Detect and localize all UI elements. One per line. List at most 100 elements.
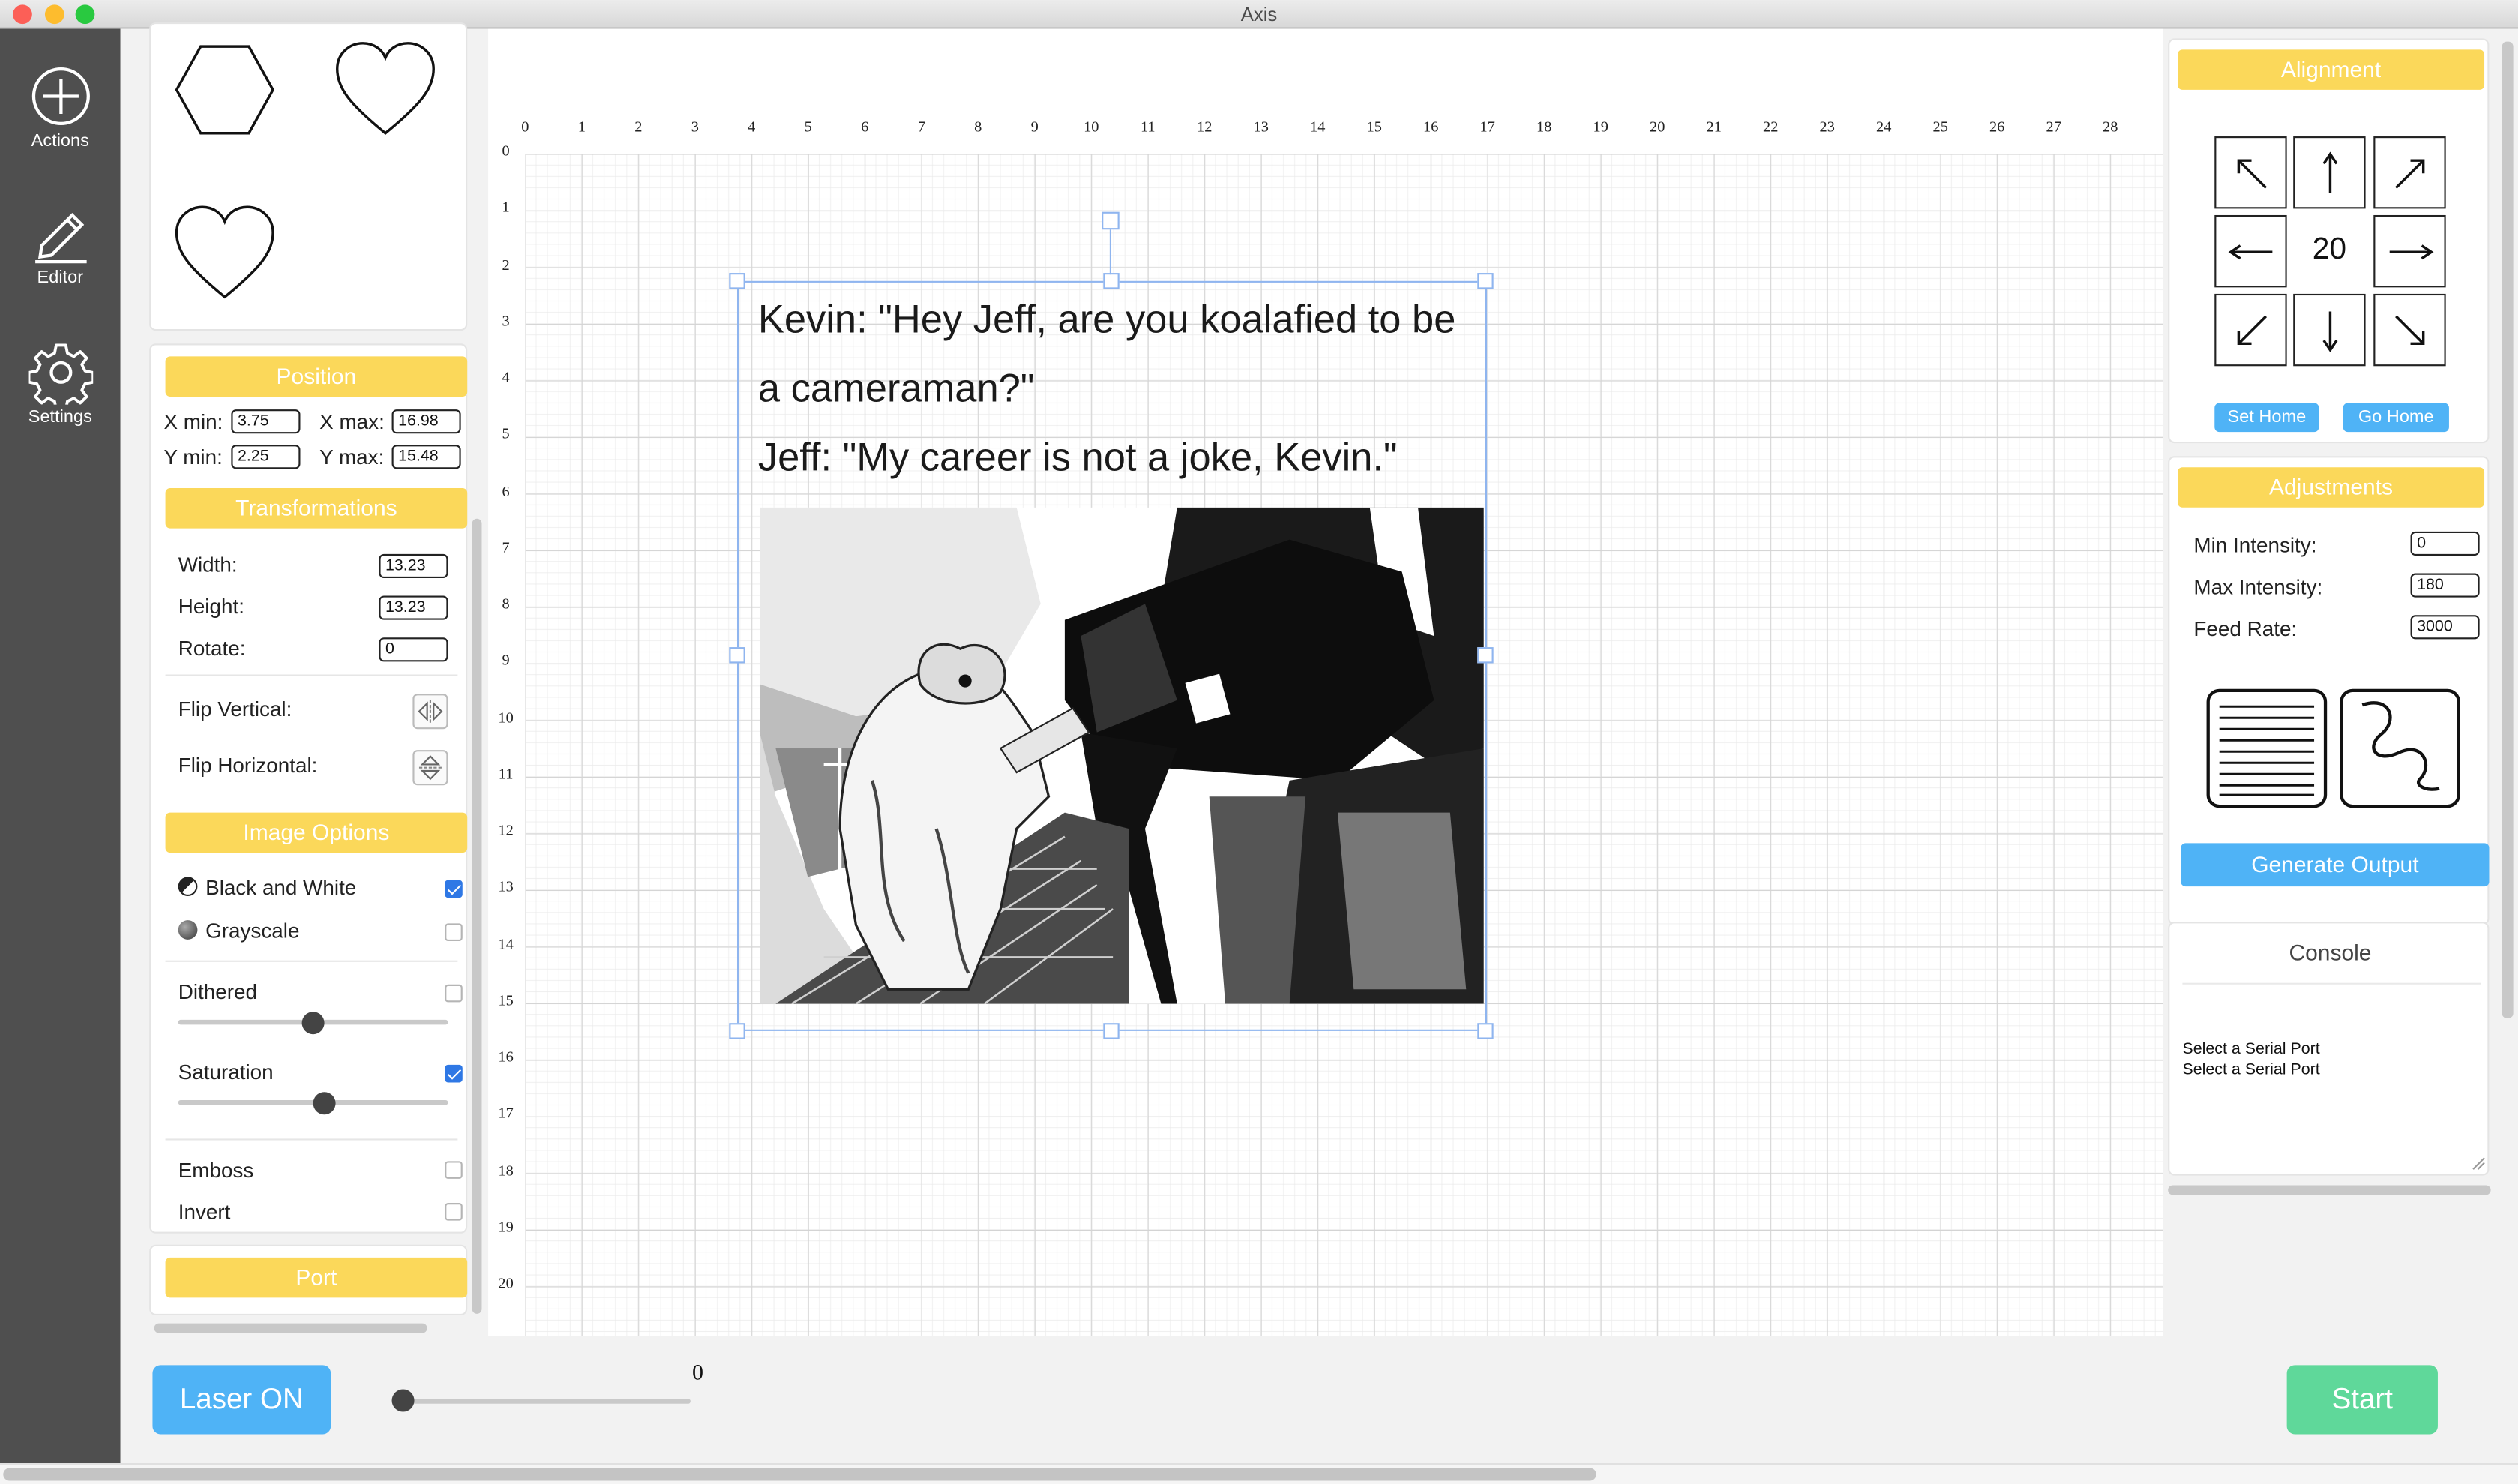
- emboss-label: Emboss: [178, 1158, 254, 1183]
- max-intensity-input[interactable]: [2410, 573, 2480, 598]
- saturation-checkbox[interactable]: [445, 1064, 463, 1083]
- work-canvas[interactable]: 0 1 2 3 4 5 6 7 8 9 10 11 12 13 14 15 16 17 18 19 20 21 22 23 24…: [488, 28, 2163, 1336]
- y-tick-label: 0: [502, 144, 510, 161]
- y-tick-label: 5: [502, 427, 510, 444]
- alignment-header: Alignment: [2178, 49, 2485, 90]
- power-slider-thumb[interactable]: [391, 1389, 415, 1412]
- port-header[interactable]: Port: [165, 1257, 468, 1298]
- height-input[interactable]: [379, 595, 448, 620]
- power-value-text: 0: [692, 1362, 704, 1387]
- ymax-input[interactable]: [391, 445, 461, 469]
- resize-handle[interactable]: [1103, 273, 1120, 289]
- left-panel-hscrollbar[interactable]: [154, 1323, 427, 1333]
- y-tick-label: 17: [498, 1107, 514, 1123]
- flip-horizontal-button[interactable]: [412, 750, 448, 786]
- xmin-input[interactable]: [231, 409, 301, 434]
- rotate-handle-stem: [1109, 226, 1111, 275]
- y-tick-label: 6: [502, 484, 510, 501]
- feed-rate-label: Feed Rate:: [2193, 616, 2298, 641]
- resize-handle[interactable]: [1477, 1023, 1494, 1039]
- invert-checkbox[interactable]: [445, 1203, 463, 1221]
- resize-grip-icon[interactable]: [2472, 1156, 2486, 1171]
- dithered-slider-thumb[interactable]: [301, 1012, 325, 1035]
- right-panel-hscrollbar[interactable]: [2168, 1185, 2491, 1195]
- y-tick-label: 20: [498, 1276, 514, 1294]
- x-tick-label: 2: [634, 120, 643, 137]
- move-up-right-button[interactable]: [2373, 136, 2446, 209]
- width-input[interactable]: [379, 553, 448, 578]
- raster-mode-button[interactable]: [2206, 688, 2328, 808]
- set-home-button[interactable]: Set Home: [2214, 403, 2319, 433]
- resize-handle[interactable]: [1103, 1023, 1120, 1039]
- rotate-input[interactable]: [379, 637, 448, 662]
- power-slider-track[interactable]: [393, 1399, 691, 1404]
- dithered-label: Dithered: [178, 979, 257, 1004]
- x-tick-label: 1: [577, 120, 586, 137]
- x-tick-label: 8: [974, 120, 982, 137]
- x-tick-label: 23: [1819, 120, 1835, 137]
- console-card: Console Select a Serial Port Select a Se…: [2168, 922, 2490, 1176]
- vector-mode-button[interactable]: [2340, 688, 2460, 808]
- x-tick-label: 25: [1932, 120, 1948, 137]
- move-up-button[interactable]: [2293, 136, 2366, 209]
- saturation-label: Saturation: [178, 1060, 274, 1084]
- resize-handle[interactable]: [1477, 273, 1494, 289]
- start-button[interactable]: Start: [2286, 1365, 2438, 1435]
- generate-output-button[interactable]: Generate Output: [2181, 843, 2490, 887]
- console-line: Select a Serial Port: [2182, 1060, 2320, 1079]
- move-left-button[interactable]: [2214, 214, 2287, 288]
- resize-handle[interactable]: [1477, 647, 1494, 664]
- x-tick-label: 0: [521, 120, 529, 137]
- arrow-left-icon: [2228, 244, 2273, 260]
- min-intensity-input[interactable]: [2410, 531, 2480, 556]
- window-hscroll[interactable]: [0, 1462, 2518, 1484]
- left-nav: Actions Editor Settings: [0, 28, 121, 1463]
- vector-path-icon: [2361, 701, 2440, 791]
- move-down-left-button[interactable]: [2214, 293, 2287, 367]
- window-hscroll-thumb[interactable]: [3, 1468, 1596, 1481]
- move-up-left-button[interactable]: [2214, 136, 2287, 209]
- left-panel-vscrollbar[interactable]: [472, 518, 482, 1314]
- x-tick-label: 21: [1706, 120, 1722, 137]
- x-tick-label: 9: [1030, 120, 1039, 137]
- emboss-checkbox[interactable]: [445, 1161, 463, 1179]
- move-down-right-button[interactable]: [2373, 293, 2446, 367]
- x-tick-label: 18: [1536, 120, 1552, 137]
- heart-shape[interactable]: [334, 40, 436, 136]
- move-right-button[interactable]: [2373, 214, 2446, 288]
- heart-shape[interactable]: [173, 204, 276, 300]
- position-header: Position: [165, 356, 468, 397]
- y-tick-label: 4: [502, 370, 510, 388]
- hexagon-shape[interactable]: [173, 43, 276, 136]
- move-down-button[interactable]: [2293, 293, 2366, 367]
- grayscale-checkbox[interactable]: [445, 923, 463, 941]
- xmax-input[interactable]: [391, 409, 461, 434]
- adjustments-card: Adjustments Min Intensity: Max Intensity…: [2168, 456, 2490, 925]
- resize-handle[interactable]: [729, 647, 745, 664]
- arrow-up-icon: [2322, 151, 2338, 193]
- saturation-slider-thumb[interactable]: [313, 1092, 335, 1115]
- flip-vertical-button[interactable]: [412, 694, 448, 730]
- console-title: Console: [2289, 939, 2372, 966]
- nav-settings[interactable]: Settings: [0, 340, 121, 427]
- resize-handle[interactable]: [729, 273, 745, 289]
- nav-editor-label: Editor: [37, 268, 84, 288]
- y-tick-label: 9: [502, 654, 510, 670]
- ymin-input[interactable]: [231, 445, 301, 469]
- rotate-handle[interactable]: [1102, 211, 1120, 230]
- selected-object[interactable]: Kevin: "Hey Jeff, are you koalafied to b…: [736, 280, 1488, 1031]
- nav-actions[interactable]: Actions: [0, 64, 121, 151]
- go-home-button[interactable]: Go Home: [2343, 403, 2449, 433]
- nav-editor[interactable]: Editor: [0, 201, 121, 288]
- black-white-checkbox[interactable]: [445, 880, 463, 898]
- laser-on-button[interactable]: Laser ON: [152, 1365, 331, 1435]
- feed-rate-input[interactable]: [2410, 615, 2480, 640]
- resize-handle[interactable]: [729, 1023, 745, 1039]
- plus-circle-icon: [31, 67, 89, 126]
- x-tick-label: 17: [1479, 120, 1495, 137]
- right-panel-vscrollbar[interactable]: [2502, 41, 2514, 1018]
- dithered-checkbox[interactable]: [445, 984, 463, 1003]
- x-tick-label: 27: [2046, 120, 2061, 137]
- arrow-right-icon: [2389, 244, 2434, 260]
- right-panel: Alignment 20 Set Home Go Home Adjustment…: [2163, 28, 2518, 1336]
